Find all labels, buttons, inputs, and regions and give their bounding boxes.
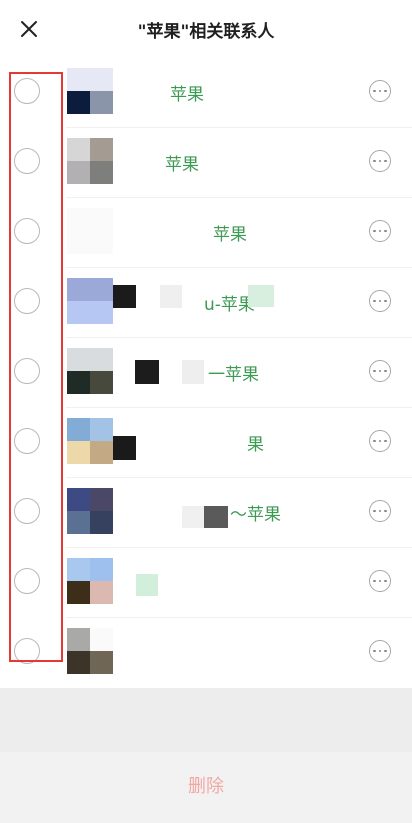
more-icon [373,369,376,373]
more-options-button[interactable] [369,430,391,452]
blurred-block [113,436,136,460]
contact-name: 苹果 [165,155,199,175]
more-icon [373,439,376,443]
blurred-block [204,506,228,528]
blurred-block [135,360,159,384]
select-radio[interactable] [14,498,40,524]
select-radio[interactable] [14,568,40,594]
select-radio[interactable] [14,148,40,174]
avatar [67,208,113,254]
contact-list: 苹果 苹果 苹果 u-苹果 一苹果 果 ～苹果 [0,58,412,688]
more-options-button[interactable] [369,360,391,382]
more-options-button[interactable] [369,290,391,312]
more-icon-dot [378,369,382,373]
blurred-block [113,285,136,308]
more-icon-dot [378,299,382,303]
more-icon-dot [384,649,387,653]
blurred-block [182,506,204,528]
contact-name: ～苹果 [230,505,281,525]
avatar [67,278,113,324]
avatar [67,558,113,604]
more-icon-dot [378,439,382,443]
bottom-bar: 删除 [0,752,412,823]
more-options-button[interactable] [369,80,391,102]
page-title: "苹果"相关联系人 [137,22,275,42]
select-radio[interactable] [14,638,40,664]
more-icon-dot [384,509,387,513]
more-icon-dot [378,649,382,653]
more-icon [373,299,376,303]
avatar [67,68,113,114]
more-icon-dot [384,159,387,163]
more-icon-dot [378,579,382,583]
more-icon [373,159,376,163]
more-icon [373,579,376,583]
top-bar: "苹果"相关联系人 [0,0,412,59]
more-icon-dot [378,229,382,233]
select-radio[interactable] [14,358,40,384]
avatar [67,488,113,534]
contact-row[interactable]: 苹果 [0,128,412,198]
more-options-button[interactable] [369,500,391,522]
select-radio[interactable] [14,428,40,454]
contact-row[interactable]: ～苹果 [0,478,412,548]
avatar [67,138,113,184]
avatar [67,628,113,674]
more-icon [373,229,376,233]
contact-name: 一苹果 [208,365,259,385]
avatar [67,418,113,464]
more-icon-dot [378,509,382,513]
select-radio[interactable] [14,288,40,314]
contact-row[interactable] [0,548,412,618]
contact-row[interactable]: 苹果 [0,58,412,128]
more-icon-dot [384,89,387,93]
delete-button[interactable]: 删除 [0,772,412,798]
more-icon [373,509,376,513]
more-icon-dot [378,159,382,163]
more-icon-dot [378,89,382,93]
select-radio[interactable] [14,218,40,244]
blurred-block [160,285,182,308]
more-icon-dot [384,439,387,443]
contact-name: 苹果 [213,225,247,245]
more-options-button[interactable] [369,150,391,172]
more-options-button[interactable] [369,640,391,662]
blurred-block [248,285,274,307]
contact-row[interactable] [0,618,412,688]
more-icon-dot [384,299,387,303]
more-icon-dot [384,229,387,233]
select-radio[interactable] [14,78,40,104]
avatar [67,348,113,394]
more-options-button[interactable] [369,220,391,242]
contact-row[interactable]: 果 [0,408,412,478]
contact-row[interactable]: 苹果 [0,198,412,268]
contact-row[interactable]: 一苹果 [0,338,412,408]
contact-row[interactable]: u-苹果 [0,268,412,338]
more-icon-dot [384,579,387,583]
contact-name: 苹果 [170,85,204,105]
blurred-block [182,360,204,384]
contact-name: 果 [247,435,264,455]
more-icon-dot [384,369,387,373]
more-icon [373,89,376,93]
more-icon [373,649,376,653]
more-options-button[interactable] [369,570,391,592]
blurred-block [136,574,158,596]
